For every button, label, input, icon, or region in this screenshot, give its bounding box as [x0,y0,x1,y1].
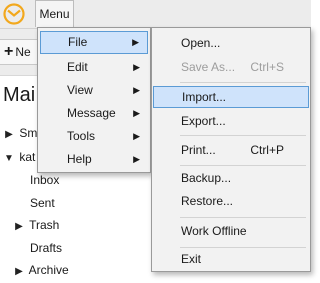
chevron-right-icon[interactable]: ▶ [2,124,16,146]
menu-button[interactable]: Menu [35,0,74,27]
tree-item-label: Trash [29,218,60,232]
menu-item-label: View [67,83,93,97]
chevron-right-icon: ▶ [133,131,140,141]
main-menu-popup: File ▶ Edit ▶ View ▶ Message ▶ Tools ▶ H… [37,27,151,173]
menu-item-edit[interactable]: Edit ▶ [38,55,150,79]
menu-item-help[interactable]: Help ▶ [38,147,150,171]
menu-item-exit[interactable]: Exit [152,247,310,271]
menu-item-backup[interactable]: Backup... [152,166,310,190]
folder-trash[interactable]: ▶ Trash [12,214,59,236]
chevron-right-icon: ▶ [133,154,140,164]
menu-item-label: Work Offline [181,224,247,238]
folder-sent[interactable]: Sent [30,192,55,214]
menu-item-work-offline[interactable]: Work Offline [152,219,310,243]
chevron-right-icon[interactable]: ▶ [12,216,26,238]
new-message-button[interactable]: + Ne [0,39,40,65]
menu-separator [180,217,306,218]
menu-item-file[interactable]: File ▶ [40,31,148,54]
envelope-logo-icon[interactable] [2,3,26,25]
menu-item-label: File [68,35,88,49]
plus-icon: + [4,43,14,60]
tree-item-label: Inbox [30,173,60,187]
tree-item-label: Sent [30,196,55,210]
menu-separator [180,135,306,136]
tree-item-label: kat [19,150,36,164]
menu-item-view[interactable]: View ▶ [38,78,150,102]
menu-item-message[interactable]: Message ▶ [38,101,150,125]
menu-item-label: Tools [67,129,96,143]
menu-item-save-as[interactable]: Save As... Ctrl+S [152,55,310,79]
menu-item-print[interactable]: Print... Ctrl+P [152,138,310,162]
menu-item-open[interactable]: Open... [152,31,310,55]
tree-item-label: Drafts [30,241,63,255]
tree-item-label: Archive [28,263,69,277]
menu-item-label: Restore... [181,194,234,208]
file-submenu-popup: Open... Save As... Ctrl+S Import... Expo… [151,27,311,272]
chevron-right-icon: ▶ [133,108,140,118]
menu-item-label: Exit [181,252,202,266]
menu-item-restore[interactable]: Restore... [152,189,310,213]
tree-item-account[interactable]: ▼ kat [2,146,35,168]
menu-item-import[interactable]: Import... [153,86,309,108]
shortcut-label: Ctrl+S [250,60,284,74]
chevron-down-icon[interactable]: ▼ [2,148,16,170]
menu-separator [180,82,306,83]
menu-item-label: Edit [67,60,88,74]
menu-item-label: Export... [181,114,226,128]
menu-item-label: Backup... [181,171,232,185]
new-message-label: Ne [15,45,31,59]
tree-item-sm[interactable]: ▶ Sm [2,122,37,144]
menu-item-label: Help [67,152,92,166]
menu-item-export[interactable]: Export... [152,109,310,133]
menu-item-label: Import... [182,90,227,104]
menu-item-label: Message [67,106,116,120]
menu-item-tools[interactable]: Tools ▶ [38,124,150,148]
menu-item-label: Print... [181,143,216,157]
chevron-right-icon: ▶ [132,37,139,47]
tree-item-label: Sm [19,126,38,140]
folder-drafts[interactable]: Drafts [30,237,62,259]
pane-title: Mai [3,84,36,106]
chevron-right-icon: ▶ [133,62,140,72]
chevron-right-icon: ▶ [133,85,140,95]
chevron-right-icon[interactable]: ▶ [12,261,26,283]
shortcut-label: Ctrl+P [250,143,284,157]
folder-archive[interactable]: ▶ Archive [12,259,69,281]
menu-item-label: Open... [181,36,221,50]
menu-item-label: Save As... [181,60,236,74]
